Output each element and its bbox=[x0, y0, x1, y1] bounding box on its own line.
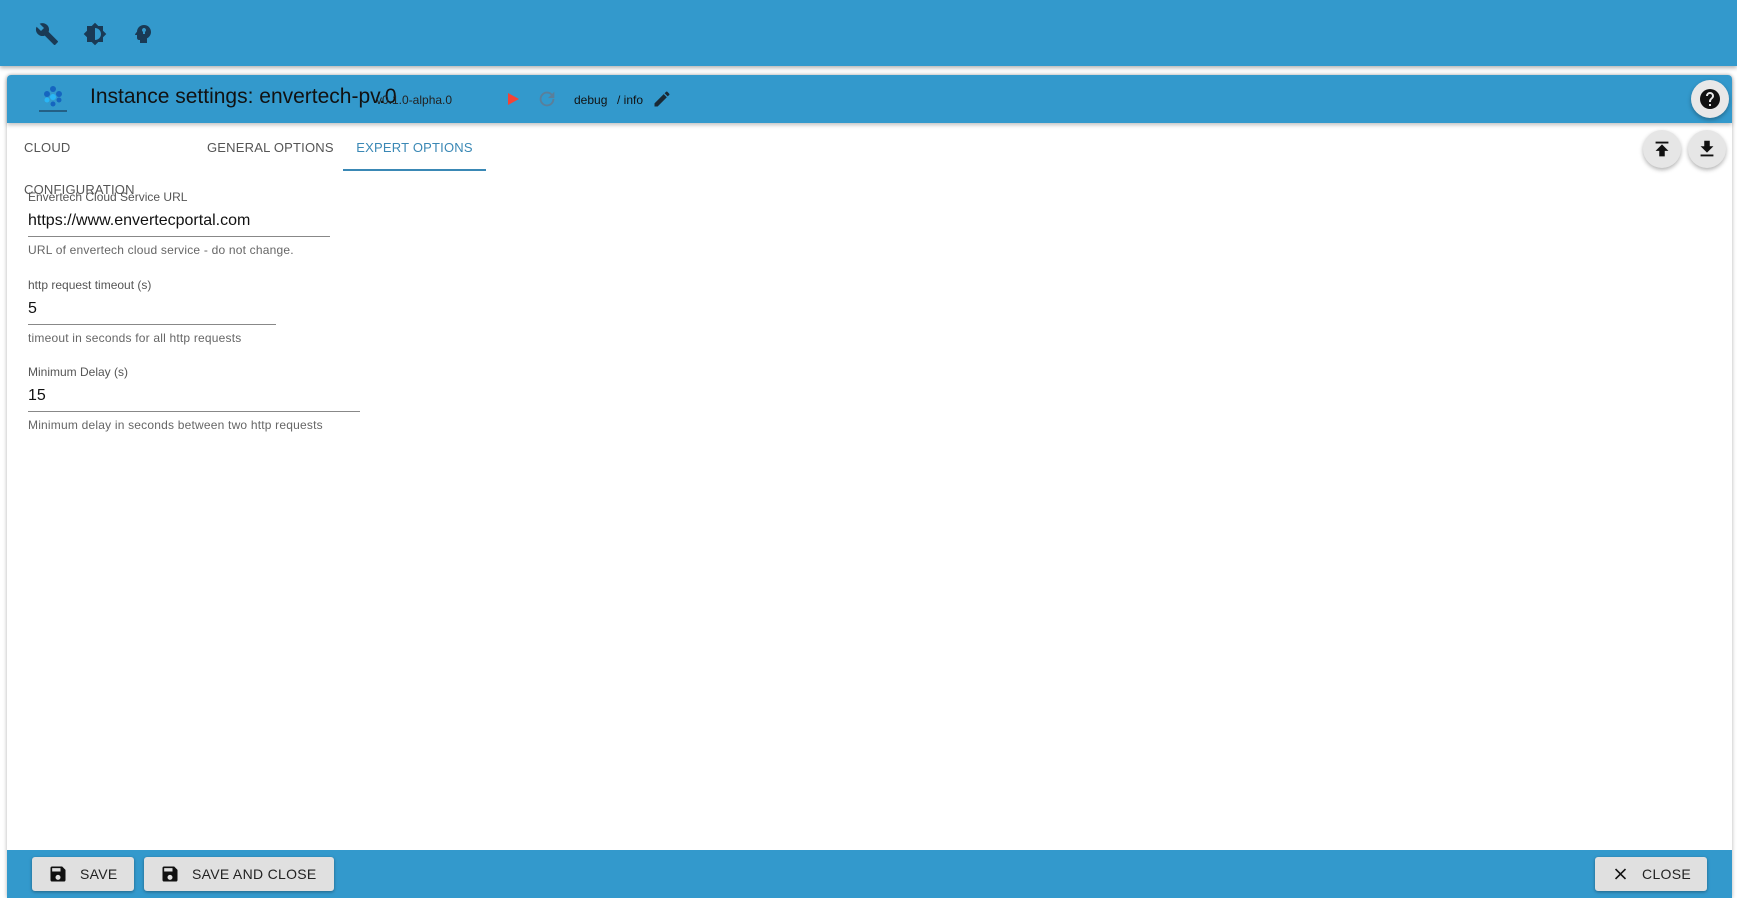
field-label: Minimum Delay (s) bbox=[28, 365, 129, 379]
play-icon[interactable] bbox=[506, 92, 520, 111]
field-help: timeout in seconds for all http requests bbox=[28, 331, 242, 345]
expert-head-icon[interactable] bbox=[131, 22, 155, 46]
cloud-url-input[interactable] bbox=[28, 208, 330, 237]
download-settings-button[interactable] bbox=[1688, 130, 1726, 168]
log-level-debug[interactable]: debug bbox=[574, 93, 607, 107]
download-icon bbox=[1700, 140, 1714, 157]
field-label: http request timeout (s) bbox=[28, 278, 152, 292]
help-button[interactable] bbox=[1691, 80, 1729, 118]
field-help: URL of envertech cloud service - do not … bbox=[28, 243, 294, 257]
minimum-delay-field: Minimum Delay (s) Minimum delay in secon… bbox=[28, 365, 360, 432]
cloud-url-field: Envertech Cloud Service URL URL of enver… bbox=[28, 190, 330, 257]
save-button[interactable]: SAVE bbox=[32, 857, 134, 891]
close-button[interactable]: CLOSE bbox=[1595, 857, 1707, 891]
save-and-close-label: SAVE AND CLOSE bbox=[192, 866, 317, 882]
upload-icon bbox=[1655, 141, 1669, 157]
wrench-icon[interactable] bbox=[35, 22, 59, 46]
tab-cloud-configuration[interactable]: Cloud configuration bbox=[24, 127, 172, 197]
top-toolbar bbox=[0, 0, 1737, 66]
log-level-info: / info bbox=[617, 93, 644, 107]
field-help: Minimum delay in seconds between two htt… bbox=[28, 418, 323, 432]
edit-icon[interactable] bbox=[652, 89, 672, 114]
dialog-footer: SAVE SAVE AND CLOSE CLOSE bbox=[7, 850, 1732, 898]
timeout-field: http request timeout (s) timeout in seco… bbox=[28, 278, 276, 345]
brightness-icon[interactable] bbox=[83, 22, 107, 46]
dialog-title: Instance settings: envertech-pv.0 bbox=[90, 85, 397, 108]
version-label: v0.1.0-alpha.0 bbox=[376, 93, 453, 107]
upload-settings-button[interactable] bbox=[1643, 130, 1681, 168]
save-icon bbox=[50, 866, 66, 882]
dialog-header: Instance settings: envertech-pv.0 v0.1.0… bbox=[7, 75, 1732, 123]
timeout-input[interactable] bbox=[28, 296, 276, 325]
help-icon bbox=[1700, 89, 1720, 109]
close-icon bbox=[1614, 868, 1627, 880]
minimum-delay-input[interactable] bbox=[28, 383, 360, 412]
save-icon bbox=[162, 866, 178, 882]
save-label: SAVE bbox=[80, 866, 118, 882]
tab-expert-options[interactable]: Expert options bbox=[343, 127, 486, 171]
close-label: CLOSE bbox=[1642, 866, 1691, 882]
reload-icon[interactable] bbox=[536, 88, 558, 115]
tab-general-options[interactable]: General options bbox=[207, 127, 337, 169]
envertech-logo bbox=[39, 86, 67, 112]
save-and-close-button[interactable]: SAVE AND CLOSE bbox=[144, 857, 334, 891]
field-label: Envertech Cloud Service URL bbox=[28, 190, 188, 204]
